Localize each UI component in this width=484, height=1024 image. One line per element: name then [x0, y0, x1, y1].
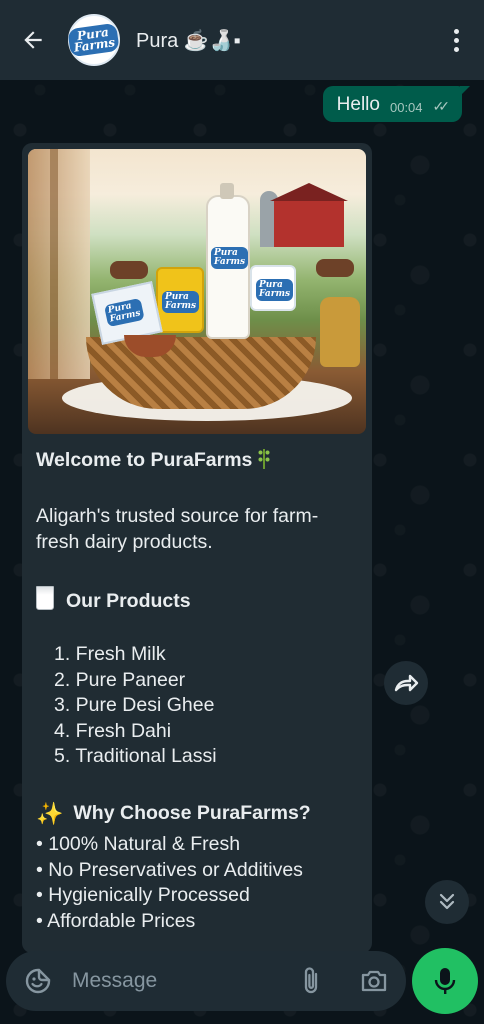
back-button[interactable] [18, 25, 48, 55]
paperclip-icon [304, 967, 318, 994]
more-vertical-icon-dot [453, 46, 459, 52]
products-list: 1. Fresh Milk 2. Pure Paneer 3. Pure Des… [36, 642, 372, 770]
why-list: • 100% Natural & Fresh • No Preservative… [36, 832, 361, 934]
arrow-left-icon [24, 31, 42, 49]
microphone-icon [434, 968, 456, 994]
camera-button[interactable] [358, 965, 390, 997]
attach-button[interactable] [296, 965, 326, 997]
scroll-to-bottom-button[interactable] [425, 880, 469, 924]
tub-logo: Pura Farms [256, 279, 294, 301]
brand-logo: Pura Farms [67, 22, 121, 58]
welcome-text: Welcome to PuraFarms [36, 449, 253, 471]
why-heading-text: Why Choose PuraFarms? [73, 802, 311, 824]
welcome-heading: Welcome to PuraFarms [36, 447, 361, 474]
list-item: 5. Traditional Lassi [54, 745, 217, 767]
herb-icon [256, 447, 272, 469]
window-frame [28, 149, 90, 379]
wicker-basket [86, 337, 316, 409]
intro-text: Aligarh's trusted source for farm-fresh … [36, 505, 319, 553]
list-item: • No Preservatives or Additives [36, 858, 303, 881]
milk-bottle: Pura Farms [206, 183, 250, 339]
sticker-icon [25, 968, 51, 994]
dahi-tub: Pura Farms [250, 265, 296, 311]
avatar[interactable]: Pura Farms [67, 14, 121, 66]
products-heading-text: Our Products [66, 590, 191, 612]
ghee-jar: Pura Farms [156, 267, 204, 333]
milk-glass-icon [36, 586, 54, 610]
message-text: Hello [336, 94, 380, 115]
sparkles-icon: ✨ [36, 801, 64, 826]
list-item: 4. Fresh Dahi [54, 719, 172, 742]
emoji-button[interactable] [22, 965, 54, 997]
products-heading: Our Products [36, 586, 361, 615]
cow [110, 261, 148, 279]
jar-logo: Pura Farms [162, 291, 200, 313]
list-item: • 100% Natural & Fresh [36, 833, 241, 855]
message-composer [6, 951, 406, 1011]
why-heading: ✨ Why Choose PuraFarms? [36, 801, 361, 827]
contact-name[interactable]: Pura ☕🍶▪ [136, 28, 241, 53]
message-input[interactable] [70, 962, 274, 1000]
list-item: • Hygienically Processed [36, 884, 250, 906]
incoming-message[interactable]: Pura Farms Pura Farms Pura Farms Pura Farms … [22, 143, 372, 953]
voice-message-button[interactable] [412, 948, 478, 1014]
outgoing-message[interactable]: Hello 00:04 ✓✓ [322, 86, 471, 122]
camera-icon [361, 970, 387, 992]
list-item: • Affordable Prices [36, 909, 196, 932]
more-vertical-icon-dot [453, 37, 459, 43]
more-vertical-icon [453, 28, 459, 34]
milk-urn [320, 297, 360, 367]
barn [270, 183, 348, 247]
message-image[interactable]: Pura Farms Pura Farms Pura Farms Pura Farms [28, 149, 366, 434]
forward-icon [394, 674, 419, 692]
double-chevron-down-icon [439, 893, 455, 910]
pack-logo: Pura Farms [103, 297, 145, 328]
list-item: 1. Fresh Milk [54, 643, 166, 665]
chat-header: Pura Farms Pura ☕🍶▪ [0, 0, 484, 80]
list-item: 3. Pure Desi Ghee [54, 694, 215, 716]
read-receipt-icon: ✓✓ [432, 98, 451, 114]
more-options-button[interactable] [444, 24, 468, 56]
message-time: 00:04 [389, 100, 423, 115]
cow [316, 259, 354, 277]
bottle-logo: Pura Farms [211, 247, 249, 269]
list-item: 2. Pure Paneer [54, 668, 186, 691]
forward-button[interactable] [384, 661, 428, 705]
